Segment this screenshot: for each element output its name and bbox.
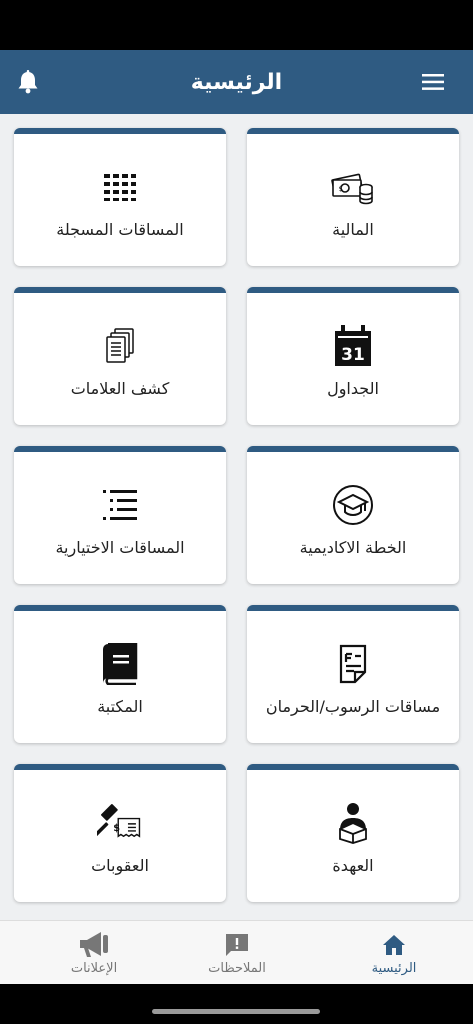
card-elective-courses[interactable]: المساقات الاختيارية [14,446,226,584]
nav-announcements[interactable]: الإعلانات [29,921,159,985]
documents-icon [97,323,143,369]
calendar-31-icon: 31 [330,323,376,369]
hamburger-menu-icon[interactable] [417,66,449,98]
card-library[interactable]: المكتبة [14,605,226,743]
card-academic-plan[interactable]: الخطة الاكاديمية [247,446,459,584]
app-header: الرئيسية [0,50,473,114]
bell-icon[interactable] [12,66,44,98]
form-document-icon [330,641,376,687]
card-label: المساقات المسجلة [56,220,184,239]
list-icon [97,482,143,528]
person-box-icon [330,800,376,846]
system-navigation-bar [0,984,473,1024]
card-label: العقوبات [91,856,149,875]
card-label: الجداول [327,379,379,398]
card-label: المكتبة [97,697,143,716]
nav-feedback[interactable]: الملاحظات [172,921,302,985]
svg-text:$: $ [113,823,120,834]
card-penalties[interactable]: $ العقوبات [14,764,226,902]
card-label: المالية [332,220,374,239]
card-custody[interactable]: العهدة [247,764,459,902]
card-label: كشف العلامات [70,379,170,398]
book-icon [97,641,143,687]
card-transcript[interactable]: كشف العلامات [14,287,226,425]
megaphone-icon [78,931,110,959]
gavel-fine-icon: $ [97,800,143,846]
card-label: المساقات الاختيارية [55,538,185,557]
graduation-cap-icon [330,482,376,528]
page-title: الرئيسية [190,69,283,95]
money-icon: $ [330,164,376,210]
feedback-icon [224,931,250,959]
nav-label: الإعلانات [70,961,118,976]
card-failed-courses[interactable]: مساقات الرسوب/الحرمان [247,605,459,743]
svg-text:$: $ [339,185,343,193]
bottom-navigation: الرئيسية الملاحظات الإعلانات [0,920,473,984]
card-label: الخطة الاكاديمية [299,538,407,557]
nav-home[interactable]: الرئيسية [329,921,459,985]
dashboard-grid: $ المالية المساقات المسجلة 31 الجداول كش… [0,114,473,920]
card-label: مساقات الرسوب/الحرمان [265,697,441,716]
nav-label: الملاحظات [208,961,266,976]
calendar-day: 31 [341,345,365,365]
grid-dots-icon [97,164,143,210]
card-label: العهدة [332,856,374,875]
home-gesture-bar[interactable] [152,1009,320,1014]
card-registered-courses[interactable]: المساقات المسجلة [14,128,226,266]
nav-label: الرئيسية [371,961,417,976]
home-icon [382,931,406,959]
status-bar [0,0,473,50]
card-schedules[interactable]: 31 الجداول [247,287,459,425]
card-finance[interactable]: $ المالية [247,128,459,266]
